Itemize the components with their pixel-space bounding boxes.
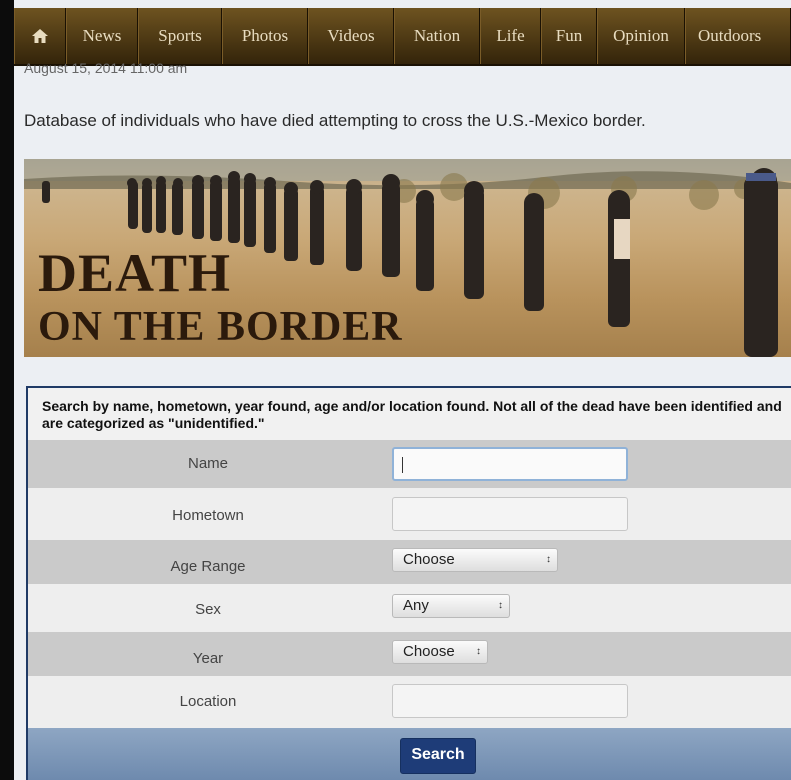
nav-fun[interactable]: Fun — [541, 8, 597, 64]
nav-life[interactable]: Life — [480, 8, 541, 64]
age-range-select[interactable]: Choose ↕ — [392, 548, 558, 572]
sex-select[interactable]: Any ↕ — [392, 594, 510, 618]
sex-value: Any — [403, 597, 429, 614]
nav-news[interactable]: News — [66, 8, 138, 64]
nav-outdoors[interactable]: Outdoors — [685, 8, 791, 64]
select-arrows-icon: ↕ — [546, 554, 551, 565]
select-arrows-icon: ↕ — [498, 600, 503, 611]
row-age-range: Age Range Choose ↕ — [28, 540, 791, 584]
top-nav: News Sports Photos Videos Nation Life Fu… — [14, 8, 791, 66]
name-label: Name — [187, 455, 228, 472]
form-instructions: Search by name, hometown, year found, ag… — [42, 398, 782, 431]
nav-videos[interactable]: Videos — [308, 8, 394, 64]
nav-photos[interactable]: Photos — [222, 8, 308, 64]
row-year: Year Choose ↕ — [28, 632, 791, 676]
year-select[interactable]: Choose ↕ — [392, 640, 488, 664]
banner-title-border: ON THE BORDER — [38, 304, 403, 350]
name-input[interactable] — [392, 447, 628, 481]
text-caret — [402, 457, 403, 473]
home-icon — [32, 29, 48, 43]
banner-image: DEATH ON THE BORDER — [24, 159, 791, 357]
year-value: Choose — [403, 643, 455, 660]
select-arrows-icon: ↕ — [476, 646, 481, 657]
nav-opinion[interactable]: Opinion — [597, 8, 685, 64]
location-label: Location — [179, 693, 237, 710]
age-range-label: Age Range — [170, 558, 246, 575]
nav-sports[interactable]: Sports — [138, 8, 222, 64]
dateline: August 15, 2014 11:00 am — [24, 60, 188, 76]
nav-nation[interactable]: Nation — [394, 8, 480, 64]
search-button[interactable]: Search — [400, 738, 476, 774]
row-location: Location — [28, 676, 791, 728]
hometown-input[interactable] — [392, 497, 628, 531]
age-range-value: Choose — [403, 551, 455, 568]
intro-text: Database of individuals who have died at… — [24, 111, 646, 130]
page: News Sports Photos Videos Nation Life Fu… — [14, 0, 791, 780]
year-label: Year — [192, 650, 224, 667]
submit-row: Search — [28, 728, 791, 780]
location-input[interactable] — [392, 684, 628, 718]
sex-label: Sex — [195, 601, 221, 618]
row-name: Name — [28, 440, 791, 488]
nav-home[interactable] — [14, 8, 66, 64]
search-form: Search by name, hometown, year found, ag… — [26, 386, 791, 780]
row-hometown: Hometown — [28, 488, 791, 540]
hometown-label: Hometown — [172, 507, 244, 524]
row-sex: Sex Any ↕ — [28, 584, 791, 632]
banner-title-death: DEATH — [38, 243, 232, 303]
